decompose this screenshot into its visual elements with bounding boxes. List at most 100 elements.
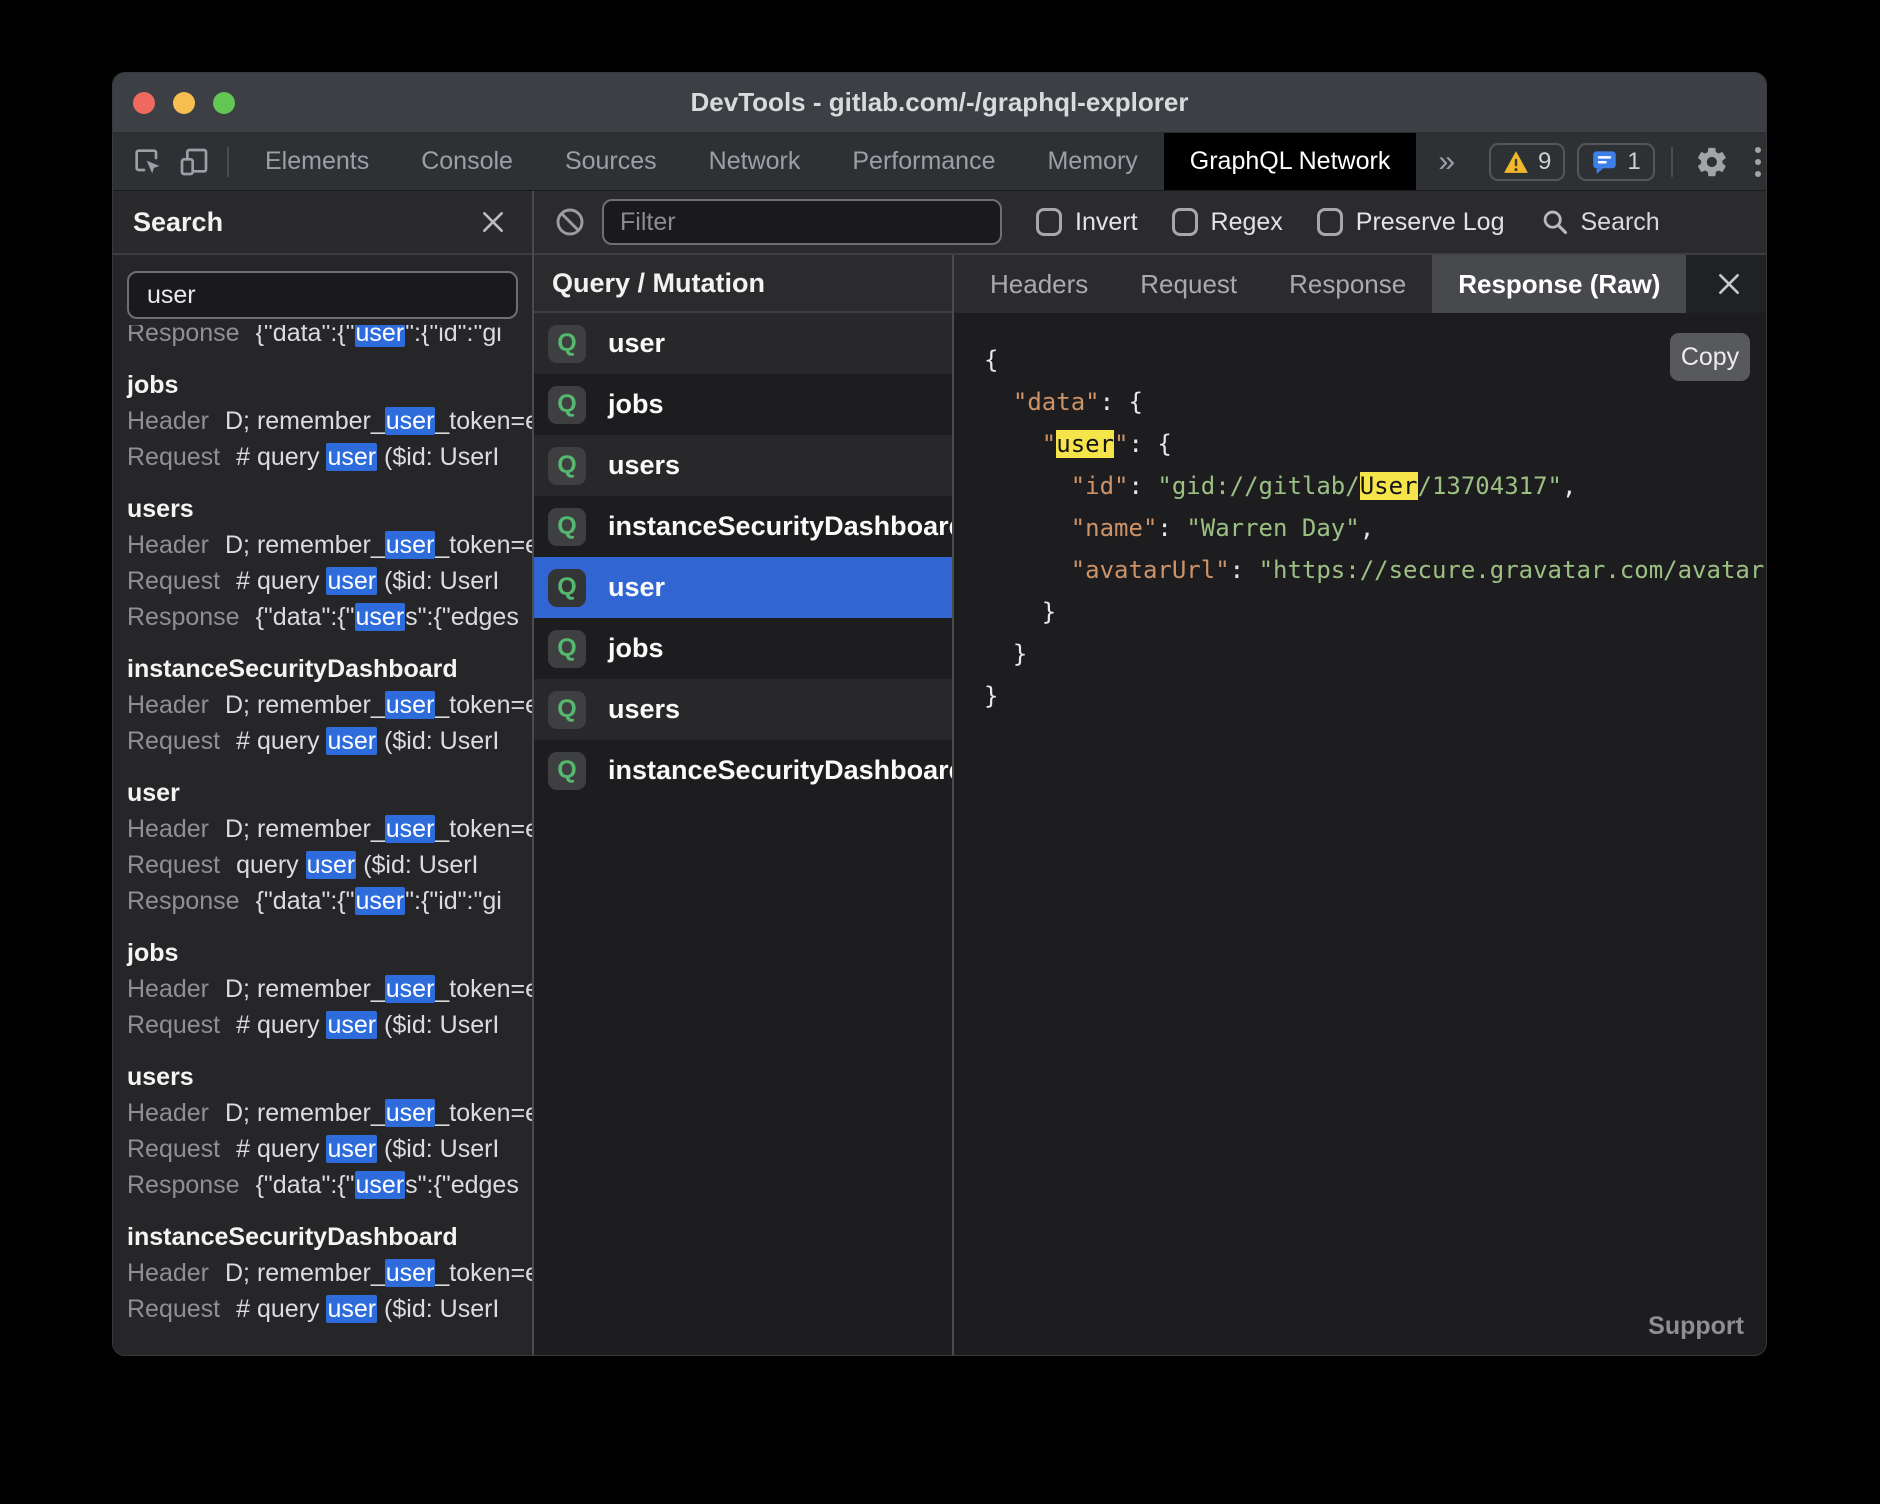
close-search-panel-button[interactable] bbox=[476, 205, 510, 239]
result-row-value: # query user ($id: UserI bbox=[236, 1135, 499, 1163]
result-entry-title: jobs bbox=[127, 367, 532, 403]
device-toolbar-button[interactable] bbox=[171, 139, 217, 185]
result-row-request[interactable]: Request# query user ($id: UserI bbox=[127, 1291, 532, 1327]
query-type-badge: Q bbox=[548, 569, 586, 607]
result-row-label: Response bbox=[127, 1171, 240, 1199]
result-row-header[interactable]: HeaderD; remember_user_token=e bbox=[127, 1255, 532, 1291]
result-row-request[interactable]: Request # query user ($id: UserI bbox=[127, 723, 532, 759]
detail-tab-request[interactable]: Request bbox=[1114, 255, 1263, 313]
json-line: "name": "Warren Day", bbox=[984, 507, 1766, 549]
checkbox-regex[interactable]: Regex bbox=[1172, 208, 1283, 237]
query-item-users[interactable]: Qusers bbox=[534, 435, 952, 496]
checkbox-preserve-log[interactable]: Preserve Log bbox=[1317, 208, 1505, 237]
result-row-label: Request bbox=[127, 1135, 220, 1163]
support-link[interactable]: Support bbox=[1648, 1305, 1744, 1347]
result-row-header[interactable]: HeaderD; remember_user_token=e bbox=[127, 1095, 532, 1131]
query-item-label: jobs bbox=[608, 389, 664, 420]
close-detail-button[interactable] bbox=[1712, 267, 1746, 301]
more-options-button[interactable] bbox=[1735, 139, 1767, 185]
network-filter-toolbar: Invert Regex Preserve Log Search bbox=[534, 191, 1766, 255]
result-row-header[interactable]: HeaderD; remember_user_token=e bbox=[127, 527, 532, 563]
result-row-value: D; remember_user_token=e bbox=[225, 1259, 532, 1287]
more-tabs-button[interactable]: » bbox=[1416, 145, 1477, 179]
tab-graphql-network[interactable]: GraphQL Network bbox=[1164, 133, 1417, 190]
result-row-value: {"data":{"users":{"edges bbox=[256, 1171, 519, 1199]
detail-tab-response[interactable]: Response bbox=[1263, 255, 1432, 313]
query-item-jobs[interactable]: Qjobs bbox=[534, 618, 952, 679]
json-content: { "data": { "user": { "id": "gid://gitla… bbox=[984, 339, 1766, 717]
devtools-tabs: ElementsConsoleSourcesNetworkPerformance… bbox=[239, 133, 1416, 190]
close-window-button[interactable] bbox=[133, 92, 155, 114]
json-line: "id": "gid://gitlab/User/13704317", bbox=[984, 465, 1766, 507]
messages-badge[interactable]: 1 bbox=[1577, 143, 1654, 181]
search-icon bbox=[1541, 208, 1569, 236]
result-row-label: Response bbox=[127, 325, 240, 347]
match-highlight: user bbox=[326, 443, 377, 471]
inspect-cursor-icon bbox=[132, 146, 164, 178]
invert-checkbox[interactable] bbox=[1036, 208, 1062, 236]
traffic-lights bbox=[133, 92, 235, 114]
query-item-label: users bbox=[608, 450, 680, 481]
match-highlight: user bbox=[355, 887, 406, 915]
tab-sources[interactable]: Sources bbox=[539, 133, 683, 190]
result-row-header[interactable]: HeaderD; remember_user_token=e bbox=[127, 971, 532, 1007]
result-row-response[interactable]: Response{"data":{"users":{"edges bbox=[127, 599, 532, 635]
tab-performance[interactable]: Performance bbox=[826, 133, 1021, 190]
toolbar-search-button[interactable]: Search bbox=[1541, 208, 1660, 237]
result-row-header[interactable]: HeaderD; remember_user_token=e bbox=[127, 403, 532, 439]
result-row-request[interactable]: Request # query user ($id: UserI bbox=[127, 1131, 532, 1167]
match-highlight: user bbox=[306, 851, 357, 879]
filter-input[interactable] bbox=[602, 199, 1002, 245]
tab-memory[interactable]: Memory bbox=[1021, 133, 1163, 190]
result-row-request[interactable]: Request# query user ($id: UserI bbox=[127, 439, 532, 475]
query-type-badge: Q bbox=[548, 508, 586, 546]
query-item-users[interactable]: Qusers bbox=[534, 679, 952, 740]
result-entry-title: jobs bbox=[127, 935, 532, 971]
result-row-request[interactable]: Request# query user ($id: UserI bbox=[127, 563, 532, 599]
result-row-response[interactable]: Response {"data":{"users":{"edges bbox=[127, 1167, 532, 1203]
result-row-value: {"data":{"user":{"id":"gi bbox=[256, 887, 502, 915]
regex-checkbox[interactable] bbox=[1172, 208, 1198, 236]
result-row-header[interactable]: HeaderD; remember_user_token=e bbox=[127, 811, 532, 847]
result-row-value: # query user ($id: UserI bbox=[236, 727, 499, 755]
query-type-badge: Q bbox=[548, 447, 586, 485]
query-item-instancesecuritydashboard[interactable]: QinstanceSecurityDashboard bbox=[534, 740, 952, 801]
query-item-label: users bbox=[608, 694, 680, 725]
detail-tab-response-raw[interactable]: Response (Raw) bbox=[1432, 255, 1686, 313]
query-list-panel: Query / Mutation QuserQjobsQusersQinstan… bbox=[534, 255, 954, 1355]
result-row-request[interactable]: Request# query user ($id: UserI bbox=[127, 1007, 532, 1043]
minimize-window-button[interactable] bbox=[173, 92, 195, 114]
inspect-element-button[interactable] bbox=[125, 139, 171, 185]
zoom-window-button[interactable] bbox=[213, 92, 235, 114]
match-highlight: user bbox=[355, 1171, 406, 1199]
query-item-user[interactable]: Quser bbox=[534, 557, 952, 618]
devtools-window: DevTools - gitlab.com/-/graphql-explorer… bbox=[112, 72, 1767, 1356]
warnings-badge[interactable]: 9 bbox=[1489, 143, 1565, 181]
query-item-instancesecuritydashboard[interactable]: QinstanceSecurityDashboard bbox=[534, 496, 952, 557]
tab-console[interactable]: Console bbox=[395, 133, 539, 190]
result-entry-title: instanceSecurityDashboard bbox=[127, 1219, 532, 1255]
checkbox-invert[interactable]: Invert bbox=[1036, 208, 1138, 237]
result-row-response[interactable]: Response{"data":{"user":{"id":"gi bbox=[127, 325, 532, 351]
result-row-response[interactable]: Response{"data":{"user":{"id":"gi bbox=[127, 883, 532, 919]
copy-button[interactable]: Copy bbox=[1670, 333, 1750, 381]
result-row-request[interactable]: Requestquery user ($id: UserI bbox=[127, 847, 532, 883]
chat-bubble-icon bbox=[1591, 148, 1618, 175]
toolbar-separator bbox=[227, 147, 229, 177]
result-row-header[interactable]: HeaderD; remember_user_token=e bbox=[127, 687, 532, 723]
settings-button[interactable] bbox=[1689, 139, 1735, 185]
preserve-log-checkbox[interactable] bbox=[1317, 208, 1343, 236]
query-item-user[interactable]: Quser bbox=[534, 313, 952, 374]
tab-elements[interactable]: Elements bbox=[239, 133, 395, 190]
detail-tab-headers[interactable]: Headers bbox=[964, 255, 1114, 313]
search-input[interactable] bbox=[127, 271, 518, 319]
response-tabs-tail bbox=[1686, 255, 1766, 313]
query-item-label: user bbox=[608, 328, 665, 359]
query-item-label: jobs bbox=[608, 633, 664, 664]
query-item-label: instanceSecurityDashboard bbox=[608, 511, 952, 542]
result-row-label: Request bbox=[127, 727, 220, 755]
tab-network[interactable]: Network bbox=[683, 133, 827, 190]
query-item-jobs[interactable]: Qjobs bbox=[534, 374, 952, 435]
clear-requests-button[interactable] bbox=[554, 206, 586, 238]
json-line: } bbox=[984, 675, 1766, 717]
